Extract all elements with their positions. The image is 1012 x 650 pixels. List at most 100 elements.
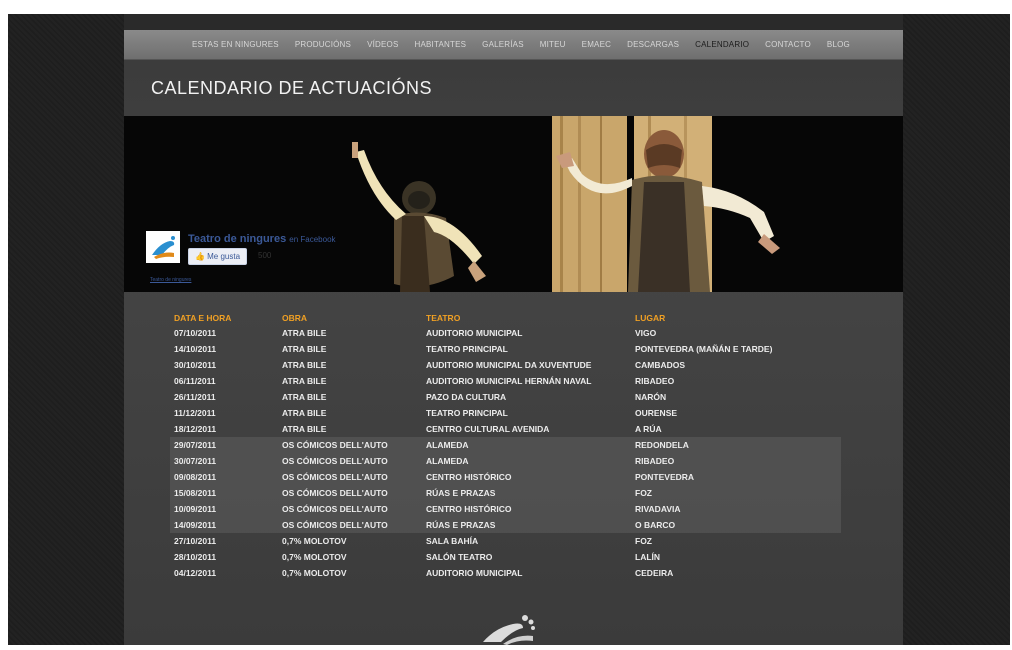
header-play: OBRA bbox=[282, 313, 308, 323]
cell-theatre: CENTRO HISTÓRICO bbox=[422, 469, 631, 485]
cell-play: ATRA BILE bbox=[282, 424, 327, 434]
footprint-logo-icon bbox=[146, 231, 180, 263]
table-row: 09/08/2011 OS CÓMICOS DELL'AUTO CENTRO HIS… bbox=[170, 469, 841, 485]
cell-place: FOZ bbox=[635, 536, 652, 546]
calendar-body: 07/10/2011 ATRA BILE AUDITORIO MUNICIPAL VI… bbox=[170, 325, 841, 581]
cell-date: 14/10/2011 bbox=[174, 344, 217, 354]
cell-theatre: CENTRO CULTURAL AVENIDA bbox=[426, 424, 550, 434]
cell-place: NARÓN bbox=[635, 392, 667, 402]
cell-place: LALÍN bbox=[635, 552, 661, 562]
main-nav: ESTAS EN NINGURES PRODUCIÓNS VÍDEOS HABITAN… bbox=[124, 30, 903, 60]
cell-theatre: AUDITORIO MUNICIPAL bbox=[426, 328, 523, 338]
nav-item-produci-ns[interactable]: PRODUCIÓNS bbox=[295, 40, 351, 49]
header-theatre: TEATRO bbox=[426, 313, 461, 323]
cell-play: OS CÓMICOS DELL'AUTO bbox=[278, 469, 422, 485]
cell-date: 06/11/2011 bbox=[174, 376, 216, 386]
cell-date: 29/07/2011 bbox=[170, 437, 278, 453]
cell-place: A RÚA bbox=[635, 424, 662, 434]
banner-photo bbox=[124, 116, 903, 292]
facebook-like-button[interactable]: 👍 Me gusta bbox=[188, 248, 247, 265]
facebook-page-name[interactable]: Teatro de ningures en Facebook bbox=[188, 233, 336, 245]
nav-item-emaec[interactable]: EMAEC bbox=[582, 40, 611, 49]
page-container: ESTAS EN NINGURES PRODUCIÓNS VÍDEOS HABITAN… bbox=[124, 14, 903, 645]
table-row: 15/08/2011 OS CÓMICOS DELL'AUTO RÚAS E PRA… bbox=[170, 485, 841, 501]
cell-play: ATRA BILE bbox=[282, 392, 327, 402]
cell-theatre: AUDITORIO MUNICIPAL DA XUVENTUDE bbox=[426, 360, 592, 370]
facebook-page-name-text[interactable]: Teatro de ningures bbox=[188, 233, 286, 245]
cell-date: 30/07/2011 bbox=[170, 453, 278, 469]
table-row: 27/10/2011 0,7% MOLOTOV SALA BAHÍA FOZ bbox=[170, 533, 841, 549]
table-row: 30/10/2011 ATRA BILE AUDITORIO MUNICIPAL D… bbox=[170, 357, 841, 373]
cell-place: VIGO bbox=[635, 328, 657, 338]
cell-place: CAMBADOS bbox=[635, 360, 686, 370]
cell-play: OS CÓMICOS DELL'AUTO bbox=[278, 501, 422, 517]
cell-date: 04/12/2011 bbox=[174, 568, 217, 578]
cell-theatre: RÚAS E PRAZAS bbox=[422, 517, 631, 533]
nav-item-miteu[interactable]: MITEU bbox=[540, 40, 566, 49]
cell-play: ATRA BILE bbox=[282, 408, 327, 418]
performance-calendar-table: DATA E HORA OBRA TEATRO LUGAR 07/10/2011… bbox=[170, 311, 841, 581]
cell-place: RIBADEO bbox=[635, 376, 675, 386]
cell-place: RIBADEO bbox=[631, 453, 841, 469]
cell-play: ATRA BILE bbox=[282, 344, 327, 354]
table-row: 18/12/2011 ATRA BILE CENTRO CULTURAL AVENI… bbox=[170, 421, 841, 437]
cell-date: 14/09/2011 bbox=[170, 517, 278, 533]
top-strip bbox=[124, 14, 903, 30]
cell-date: 07/10/2011 bbox=[174, 328, 217, 338]
nav-item-habitantes[interactable]: HABITANTES bbox=[415, 40, 467, 49]
cell-place: O BARCO bbox=[631, 517, 841, 533]
nav-item-calendario[interactable]: CALENDARIO bbox=[695, 40, 749, 49]
page-title: CALENDARIO DE ACTUACIÓNS bbox=[151, 78, 433, 98]
cell-theatre: AUDITORIO MUNICIPAL bbox=[426, 568, 523, 578]
cell-place: RIVADAVIA bbox=[631, 501, 841, 517]
cell-theatre: SALÓN TEATRO bbox=[426, 552, 493, 562]
table-row: 29/07/2011 OS CÓMICOS DELL'AUTO ALAMEDA RED… bbox=[170, 437, 841, 453]
cell-play: OS CÓMICOS DELL'AUTO bbox=[278, 485, 422, 501]
thumbs-up-icon: 👍 bbox=[194, 252, 205, 261]
table-row: 28/10/2011 0,7% MOLOTOV SALÓN TEATRO LALÍN bbox=[170, 549, 841, 565]
cell-play: ATRA BILE bbox=[282, 328, 327, 338]
cell-theatre: TEATRO PRINCIPAL bbox=[426, 408, 508, 418]
cell-play: 0,7% MOLOTOV bbox=[282, 568, 347, 578]
facebook-on-label: en Facebook bbox=[289, 235, 336, 244]
cell-theatre: SALA BAHÍA bbox=[426, 536, 479, 546]
table-row: 11/12/2011 ATRA BILE TEATRO PRINCIPAL OUREN… bbox=[170, 405, 841, 421]
cell-date: 18/12/2011 bbox=[174, 424, 217, 434]
footprint-logo-icon bbox=[483, 615, 535, 645]
hero-banner bbox=[124, 116, 903, 292]
facebook-like-count: 500 bbox=[258, 251, 272, 260]
cell-date: 10/09/2011 bbox=[170, 501, 278, 517]
cell-theatre: TEATRO PRINCIPAL bbox=[426, 344, 508, 354]
table-row: 07/10/2011 ATRA BILE AUDITORIO MUNICIPAL VI… bbox=[170, 325, 841, 341]
cell-date: 15/08/2011 bbox=[170, 485, 278, 501]
cell-play: 0,7% MOLOTOV bbox=[282, 552, 347, 562]
nav-item-estas-en-ningures[interactable]: ESTAS EN NINGURES bbox=[192, 40, 279, 49]
table-row: 04/12/2011 0,7% MOLOTOV AUDITORIO MUNICIPA… bbox=[170, 565, 841, 581]
cell-place: PONTEVEDRA bbox=[631, 469, 841, 485]
cell-date: 30/10/2011 bbox=[174, 360, 217, 370]
nav-item-descargas[interactable]: DESCARGAS bbox=[627, 40, 679, 49]
nav-item-v-deos[interactable]: VÍDEOS bbox=[367, 40, 398, 49]
cell-theatre: PAZO DA CULTURA bbox=[426, 392, 507, 402]
cell-play: ATRA BILE bbox=[282, 376, 327, 386]
nav-item-galer-as[interactable]: GALERÍAS bbox=[482, 40, 524, 49]
cell-theatre: RÚAS E PRAZAS bbox=[422, 485, 631, 501]
nav-item-blog[interactable]: BLOG bbox=[827, 40, 850, 49]
cell-theatre: ALAMEDA bbox=[422, 437, 631, 453]
cell-play: OS CÓMICOS DELL'AUTO bbox=[278, 437, 422, 453]
facebook-footer-link[interactable]: Teatro de ningures bbox=[150, 277, 191, 283]
cell-place: PONTEVEDRA (MAÑÁN E TARDE) bbox=[635, 344, 773, 354]
cell-theatre: ALAMEDA bbox=[422, 453, 631, 469]
cell-theatre: AUDITORIO MUNICIPAL HERNÁN NAVAL bbox=[426, 376, 592, 386]
facebook-page-avatar[interactable] bbox=[146, 231, 180, 263]
header-place: LUGAR bbox=[635, 313, 666, 323]
table-row: 14/09/2011 OS CÓMICOS DELL'AUTO RÚAS E PRA… bbox=[170, 517, 841, 533]
table-row: 30/07/2011 OS CÓMICOS DELL'AUTO ALAMEDA RIB… bbox=[170, 453, 841, 469]
nav-list: ESTAS EN NINGURES PRODUCIÓNS VÍDEOS HABITAN… bbox=[192, 30, 866, 59]
cell-date: 28/10/2011 bbox=[174, 552, 217, 562]
footer-logo[interactable] bbox=[479, 608, 539, 650]
header-date: DATA E HORA bbox=[174, 313, 232, 323]
cell-place: FOZ bbox=[631, 485, 841, 501]
cell-play: OS CÓMICOS DELL'AUTO bbox=[278, 517, 422, 533]
nav-item-contacto[interactable]: CONTACTO bbox=[765, 40, 811, 49]
